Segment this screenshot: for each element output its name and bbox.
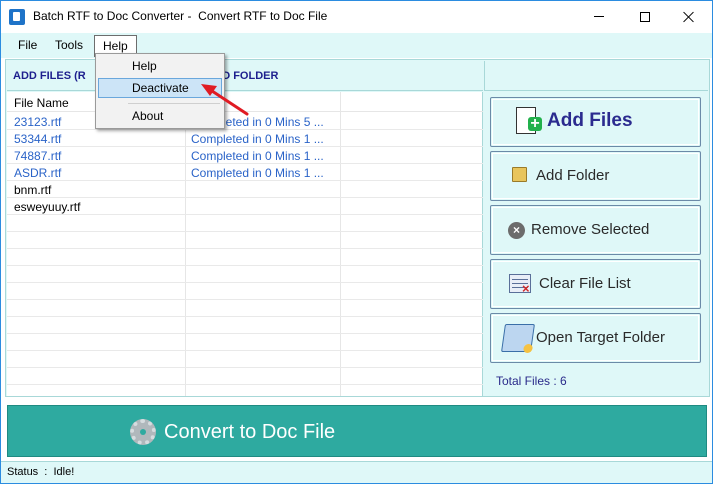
- table-row: [7, 351, 483, 368]
- clear-file-list-label: Clear File List: [539, 275, 631, 292]
- menu-item-deactivate-label: Deactivate: [132, 81, 189, 95]
- convert-button-label: Convert to Doc File: [164, 421, 336, 443]
- file-name-cell: ASDR.rtf: [14, 166, 62, 180]
- folder-icon: [512, 167, 527, 182]
- convert-button[interactable]: Convert to Doc File: [7, 405, 707, 457]
- file-name-cell: 74887.rtf: [14, 149, 62, 163]
- status-cell: Completed in 0 Mins 1 ...: [191, 149, 324, 163]
- open-target-folder-label: Open Target Folder: [536, 329, 665, 346]
- table-row: [7, 334, 483, 351]
- remove-icon: ×: [508, 222, 525, 239]
- table-row: [7, 232, 483, 249]
- status-cell: Completed in 0 Mins 1 ...: [191, 132, 324, 146]
- clear-file-list-button[interactable]: Clear File List: [490, 259, 701, 309]
- table-row[interactable]: bnm.rtf: [7, 181, 483, 198]
- annotation-arrow-icon: [201, 84, 249, 116]
- gear-icon: [130, 419, 156, 445]
- minimize-icon: [594, 16, 604, 17]
- close-icon: [683, 11, 695, 23]
- table-row[interactable]: esweyuuy.rtf: [7, 198, 483, 215]
- table-row: [7, 317, 483, 334]
- open-folder-icon: [501, 324, 535, 352]
- maximize-icon: [640, 11, 650, 22]
- status-text: Status : Idle!: [7, 466, 75, 478]
- menu-item-about-label: About: [132, 109, 164, 123]
- menu-item-help-label: Help: [132, 59, 157, 73]
- add-folder-label: Add Folder: [536, 167, 610, 184]
- title-bar: Batch RTF to Doc Converter - Convert RTF…: [1, 1, 712, 32]
- add-file-icon: [516, 107, 542, 134]
- table-row: [7, 215, 483, 232]
- table-row: [7, 300, 483, 317]
- remove-selected-button[interactable]: × Remove Selected: [490, 205, 701, 255]
- table-row[interactable]: 53344.rtf Completed in 0 Mins 1 ...: [7, 130, 483, 147]
- add-folder-button[interactable]: Add Folder: [490, 151, 701, 201]
- file-name-cell: 53344.rtf: [14, 132, 62, 146]
- maximize-button[interactable]: [622, 1, 668, 32]
- table-row[interactable]: 74887.rtf Completed in 0 Mins 1 ...: [7, 147, 483, 164]
- clear-list-icon: [509, 274, 531, 296]
- status-cell: Completed in 0 Mins 1 ...: [191, 166, 324, 180]
- add-files-label: Add Files: [547, 110, 633, 131]
- table-row: [7, 249, 483, 266]
- right-panel-header: [484, 61, 708, 91]
- table-row: [7, 368, 483, 385]
- app-icon: [9, 9, 25, 25]
- table-row: [7, 283, 483, 300]
- menu-tools[interactable]: Tools: [47, 33, 91, 57]
- menu-file[interactable]: File: [10, 33, 45, 57]
- menu-item-help[interactable]: Help: [98, 56, 222, 76]
- remove-selected-label: Remove Selected: [531, 221, 650, 238]
- open-target-folder-button[interactable]: Open Target Folder: [490, 313, 701, 363]
- close-button[interactable]: [666, 1, 712, 32]
- total-files-count: Total Files : 6: [496, 374, 567, 388]
- file-name-cell: 23123.rtf: [14, 115, 62, 129]
- table-row[interactable]: ASDR.rtf Completed in 0 Mins 1 ...: [7, 164, 483, 181]
- app-window: Batch RTF to Doc Converter - Convert RTF…: [0, 0, 713, 484]
- table-row: [7, 266, 483, 283]
- add-files-button[interactable]: Add Files: [490, 97, 701, 147]
- column-header-file-name[interactable]: File Name: [14, 96, 69, 110]
- minimize-button[interactable]: [576, 1, 622, 32]
- file-name-cell: esweyuuy.rtf: [14, 200, 81, 214]
- file-name-cell: bnm.rtf: [14, 183, 52, 197]
- status-bar: Status : Idle!: [1, 461, 712, 483]
- window-title: Batch RTF to Doc Converter - Convert RTF…: [33, 9, 328, 23]
- file-list[interactable]: File Name 23123.rtf Completed in 0 Mins …: [7, 92, 483, 396]
